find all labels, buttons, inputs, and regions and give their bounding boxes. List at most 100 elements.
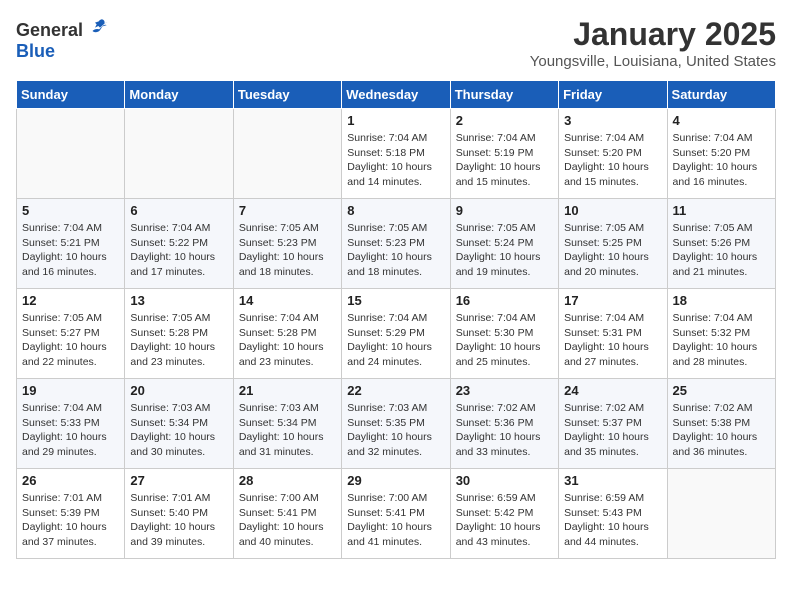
calendar-cell (667, 469, 775, 559)
day-number: 21 (239, 383, 336, 398)
calendar-cell: 22Sunrise: 7:03 AMSunset: 5:35 PMDayligh… (342, 379, 450, 469)
weekday-header-row: SundayMondayTuesdayWednesdayThursdayFrid… (17, 81, 776, 109)
calendar-cell: 29 Sunrise: 7:00 AMSunset: 5:41 PMDayligh… (342, 469, 450, 559)
weekday-header-saturday: Saturday (667, 81, 775, 109)
title-area: January 2025 Youngsville, Louisiana, Uni… (530, 16, 776, 70)
location-title: Youngsville, Louisiana, United States (530, 53, 776, 70)
calendar-cell: 5 Sunrise: 7:04 AMSunset: 5:21 PMDaylight… (17, 199, 125, 289)
weekday-header-tuesday: Tuesday (233, 81, 341, 109)
cell-info: Sunrise: 7:04 AMSunset: 5:28 PMDaylight:… (239, 311, 336, 370)
weekday-header-wednesday: Wednesday (342, 81, 450, 109)
day-number: 27 (130, 473, 227, 488)
day-number: 18 (673, 293, 770, 308)
calendar-cell: 19Sunrise: 7:04 AMSunset: 5:33 PMDayligh… (17, 379, 125, 469)
weekday-header-sunday: Sunday (17, 81, 125, 109)
cell-info: Sunrise: 7:04 AMSunset: 5:29 PMDaylight:… (347, 311, 444, 370)
calendar-cell (125, 109, 233, 199)
calendar-cell: 16 Sunrise: 7:04 AMSunset: 5:30 PMDayligh… (450, 289, 558, 379)
month-title: January 2025 (530, 16, 776, 53)
weekday-header-monday: Monday (125, 81, 233, 109)
cell-info: Sunrise: 7:04 AMSunset: 5:33 PMDaylight:… (22, 401, 119, 460)
week-row-3: 12 Sunrise: 7:05 AMSunset: 5:27 PMDayligh… (17, 289, 776, 379)
cell-info: Sunrise: 7:05 AMSunset: 5:24 PMDaylight:… (456, 221, 553, 280)
cell-info: Sunrise: 7:04 AMSunset: 5:30 PMDaylight:… (456, 311, 553, 370)
calendar-cell: 26 Sunrise: 7:01 AMSunset: 5:39 PMDayligh… (17, 469, 125, 559)
cell-info: Sunrise: 7:04 AMSunset: 5:32 PMDaylight:… (673, 311, 770, 370)
day-number: 11 (673, 203, 770, 218)
logo-bird-icon (90, 16, 110, 36)
cell-info: Sunrise: 7:05 AMSunset: 5:25 PMDaylight:… (564, 221, 661, 280)
day-number: 6 (130, 203, 227, 218)
day-number: 26 (22, 473, 119, 488)
calendar-cell: 30 Sunrise: 6:59 AMSunset: 5:42 PMDayligh… (450, 469, 558, 559)
cell-info: Sunrise: 7:05 AMSunset: 5:23 PMDaylight:… (347, 221, 444, 280)
calendar-cell: 13 Sunrise: 7:05 AMSunset: 5:28 PMDayligh… (125, 289, 233, 379)
cell-info: Sunrise: 7:05 AMSunset: 5:28 PMDaylight:… (130, 311, 227, 370)
cell-info: Sunrise: 7:05 AMSunset: 5:27 PMDaylight:… (22, 311, 119, 370)
calendar-cell: 20Sunrise: 7:03 AMSunset: 5:34 PMDayligh… (125, 379, 233, 469)
calendar-cell (17, 109, 125, 199)
cell-info: Sunrise: 6:59 AMSunset: 5:42 PMDaylight:… (456, 491, 553, 550)
day-number: 4 (673, 113, 770, 128)
cell-info: Sunrise: 7:03 AMSunset: 5:35 PMDaylight:… (347, 401, 444, 460)
calendar-table: SundayMondayTuesdayWednesdayThursdayFrid… (16, 80, 776, 559)
day-number: 20 (130, 383, 227, 398)
cell-info: Sunrise: 7:04 AMSunset: 5:21 PMDaylight:… (22, 221, 119, 280)
day-number: 23 (456, 383, 553, 398)
calendar-cell: 31Sunrise: 6:59 AMSunset: 5:43 PMDayligh… (559, 469, 667, 559)
day-number: 5 (22, 203, 119, 218)
cell-info: Sunrise: 7:05 AMSunset: 5:23 PMDaylight:… (239, 221, 336, 280)
calendar-cell: 21 Sunrise: 7:03 AMSunset: 5:34 PMDayligh… (233, 379, 341, 469)
day-number: 13 (130, 293, 227, 308)
cell-info: Sunrise: 7:04 AMSunset: 5:19 PMDaylight:… (456, 131, 553, 190)
calendar-cell: 17 Sunrise: 7:04 AMSunset: 5:31 PMDayligh… (559, 289, 667, 379)
cell-info: Sunrise: 7:02 AMSunset: 5:36 PMDaylight:… (456, 401, 553, 460)
calendar-cell: 27 Sunrise: 7:01 AMSunset: 5:40 PMDayligh… (125, 469, 233, 559)
calendar-cell: 10 Sunrise: 7:05 AMSunset: 5:25 PMDayligh… (559, 199, 667, 289)
week-row-5: 26 Sunrise: 7:01 AMSunset: 5:39 PMDayligh… (17, 469, 776, 559)
cell-info: Sunrise: 7:04 AMSunset: 5:18 PMDaylight:… (347, 131, 444, 190)
header: General Blue January 2025 Youngsville, L… (16, 16, 776, 70)
calendar-cell: 6 Sunrise: 7:04 AMSunset: 5:22 PMDaylight… (125, 199, 233, 289)
cell-info: Sunrise: 7:02 AMSunset: 5:38 PMDaylight:… (673, 401, 770, 460)
cell-info: Sunrise: 7:01 AMSunset: 5:40 PMDaylight:… (130, 491, 227, 550)
day-number: 28 (239, 473, 336, 488)
cell-info: Sunrise: 7:02 AMSunset: 5:37 PMDaylight:… (564, 401, 661, 460)
calendar-cell (233, 109, 341, 199)
calendar-cell: 14 Sunrise: 7:04 AMSunset: 5:28 PMDayligh… (233, 289, 341, 379)
week-row-1: 1Sunrise: 7:04 AMSunset: 5:18 PMDaylight… (17, 109, 776, 199)
day-number: 17 (564, 293, 661, 308)
cell-info: Sunrise: 7:04 AMSunset: 5:22 PMDaylight:… (130, 221, 227, 280)
day-number: 2 (456, 113, 553, 128)
calendar-cell: 7Sunrise: 7:05 AMSunset: 5:23 PMDaylight… (233, 199, 341, 289)
cell-info: Sunrise: 7:03 AMSunset: 5:34 PMDaylight:… (239, 401, 336, 460)
day-number: 29 (347, 473, 444, 488)
day-number: 16 (456, 293, 553, 308)
day-number: 12 (22, 293, 119, 308)
calendar-cell: 11 Sunrise: 7:05 AMSunset: 5:26 PMDayligh… (667, 199, 775, 289)
cell-info: Sunrise: 7:05 AMSunset: 5:26 PMDaylight:… (673, 221, 770, 280)
cell-info: Sunrise: 7:00 AMSunset: 5:41 PMDaylight:… (347, 491, 444, 550)
cell-info: Sunrise: 7:01 AMSunset: 5:39 PMDaylight:… (22, 491, 119, 550)
cell-info: Sunrise: 6:59 AMSunset: 5:43 PMDaylight:… (564, 491, 661, 550)
cell-info: Sunrise: 7:04 AMSunset: 5:20 PMDaylight:… (564, 131, 661, 190)
week-row-4: 19Sunrise: 7:04 AMSunset: 5:33 PMDayligh… (17, 379, 776, 469)
weekday-header-thursday: Thursday (450, 81, 558, 109)
day-number: 10 (564, 203, 661, 218)
day-number: 14 (239, 293, 336, 308)
calendar-cell: 9 Sunrise: 7:05 AMSunset: 5:24 PMDaylight… (450, 199, 558, 289)
calendar-cell: 2 Sunrise: 7:04 AMSunset: 5:19 PMDaylight… (450, 109, 558, 199)
day-number: 15 (347, 293, 444, 308)
day-number: 9 (456, 203, 553, 218)
calendar-cell: 1Sunrise: 7:04 AMSunset: 5:18 PMDaylight… (342, 109, 450, 199)
calendar-cell: 18 Sunrise: 7:04 AMSunset: 5:32 PMDayligh… (667, 289, 775, 379)
calendar-cell: 3 Sunrise: 7:04 AMSunset: 5:20 PMDaylight… (559, 109, 667, 199)
cell-info: Sunrise: 7:00 AMSunset: 5:41 PMDaylight:… (239, 491, 336, 550)
weekday-header-friday: Friday (559, 81, 667, 109)
day-number: 30 (456, 473, 553, 488)
logo-blue: Blue (16, 41, 55, 61)
cell-info: Sunrise: 7:04 AMSunset: 5:20 PMDaylight:… (673, 131, 770, 190)
day-number: 3 (564, 113, 661, 128)
day-number: 8 (347, 203, 444, 218)
cell-info: Sunrise: 7:04 AMSunset: 5:31 PMDaylight:… (564, 311, 661, 370)
